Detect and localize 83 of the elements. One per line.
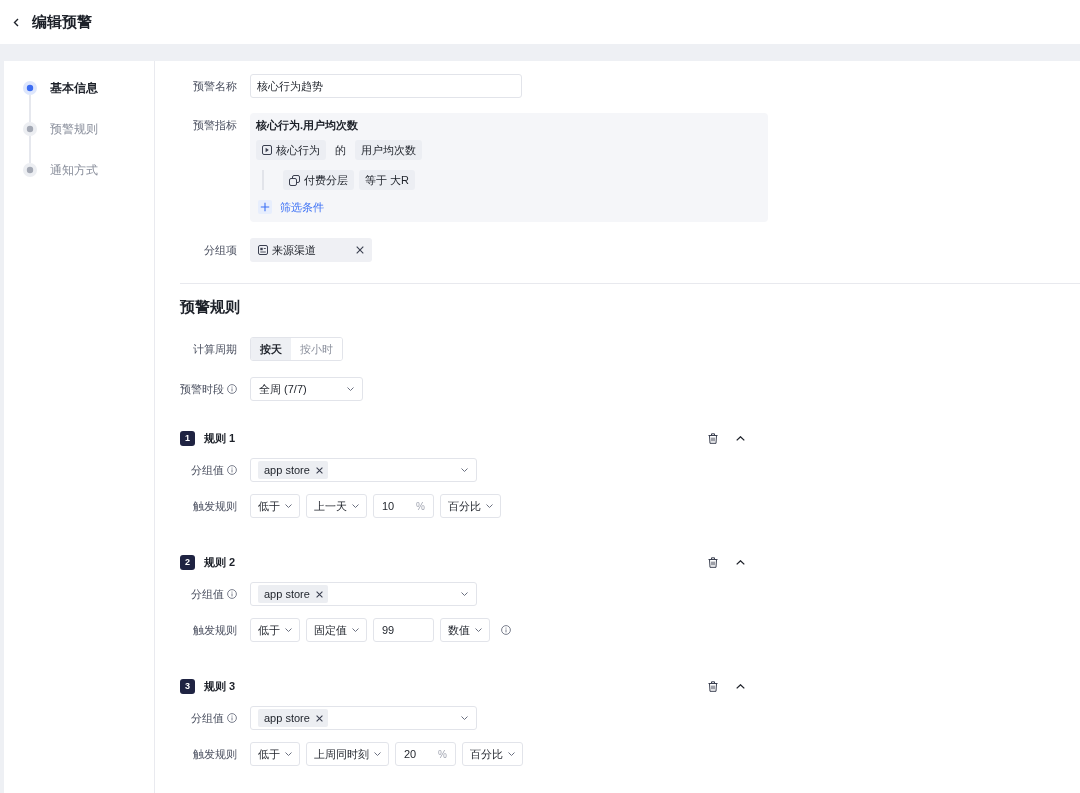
rule-title: 规则 2 [204, 554, 236, 570]
metric-title: 核心行为.用户均次数 [256, 119, 360, 131]
property-chip[interactable]: 付费分层 [283, 170, 354, 190]
rule-title: 规则 1 [204, 430, 236, 446]
chevron-up-icon[interactable] [736, 435, 745, 441]
field-label: 分组值 [191, 711, 224, 725]
step-label[interactable]: 通知方式 [50, 163, 98, 177]
close-icon[interactable] [315, 714, 323, 722]
field-label: 预警指标 [193, 118, 237, 132]
dropdown-select[interactable]: 上周同时刻 [306, 742, 389, 766]
multi-select[interactable]: app store [250, 706, 477, 730]
chevron-down-icon [285, 628, 292, 632]
multi-select[interactable]: app store [250, 458, 477, 482]
info-icon[interactable] [227, 589, 237, 599]
field-label: 分组项 [204, 243, 237, 257]
tag-label: app store [264, 588, 310, 600]
field-label: 计算周期 [193, 342, 237, 356]
close-icon[interactable] [356, 246, 364, 254]
field-label: 触发规则 [193, 747, 237, 761]
field-label: 分组值 [191, 587, 224, 601]
condition-chip[interactable]: 等于 大R [359, 170, 415, 190]
chevron-down-icon [285, 504, 292, 508]
rule-number: 2 [180, 554, 195, 570]
event-chip[interactable]: 核心行为 [256, 140, 326, 160]
dropdown-select[interactable]: 百分比 [440, 494, 501, 518]
chevron-down-icon [285, 752, 292, 756]
rule-number: 3 [180, 678, 195, 694]
tag-label: app store [264, 712, 310, 724]
chevron-up-icon[interactable] [736, 559, 745, 565]
dropdown-select[interactable]: 低于 [250, 494, 300, 518]
text-input[interactable]: 核心行为趋势 [250, 74, 522, 98]
threshold-input[interactable]: 20 % [395, 742, 456, 766]
chevron-down-icon [508, 752, 515, 756]
add-filter-button[interactable]: 筛选条件 [256, 198, 324, 216]
chevron-down-icon [461, 592, 468, 596]
info-icon[interactable] [227, 713, 237, 723]
trash-icon[interactable] [708, 432, 718, 444]
trash-icon[interactable] [708, 556, 718, 568]
field-label: 触发规则 [193, 499, 237, 513]
step-label[interactable]: 基本信息 [50, 81, 98, 95]
info-icon[interactable] [227, 384, 237, 394]
info-icon[interactable] [501, 625, 511, 635]
chevron-down-icon [352, 628, 359, 632]
threshold-input[interactable]: 99 [373, 618, 434, 642]
chevron-down-icon [347, 387, 354, 391]
chevron-down-icon [461, 468, 468, 472]
stacked-squares-icon [289, 174, 300, 186]
segment-option[interactable]: 按天 [251, 338, 291, 360]
page-title: 编辑预警 [32, 12, 92, 32]
measure-chip[interactable]: 用户均次数 [355, 140, 422, 160]
dropdown-select[interactable]: 上一天 [306, 494, 367, 518]
rule-number: 1 [180, 430, 195, 446]
plus-icon [258, 200, 272, 214]
chevron-down-icon [475, 628, 482, 632]
dropdown-select[interactable]: 全周 (7/7) [250, 377, 363, 401]
close-icon[interactable] [315, 466, 323, 474]
chevron-down-icon [374, 752, 381, 756]
threshold-input[interactable]: 10 % [373, 494, 434, 518]
rule-title: 规则 3 [204, 678, 236, 694]
dropdown-select[interactable]: 固定值 [306, 618, 367, 642]
card-icon [258, 245, 268, 255]
connector-text: 的 [334, 142, 347, 158]
info-icon[interactable] [227, 465, 237, 475]
tag-label: app store [264, 464, 310, 476]
tag-label: 来源渠道 [272, 242, 316, 258]
dropdown-select[interactable]: 数值 [440, 618, 490, 642]
dropdown-select[interactable]: 百分比 [462, 742, 523, 766]
field-label: 预警时段 [180, 382, 224, 396]
chevron-up-icon[interactable] [736, 683, 745, 689]
field-label: 触发规则 [193, 623, 237, 637]
close-icon[interactable] [315, 590, 323, 598]
chevron-left-icon[interactable] [13, 17, 19, 27]
chevron-down-icon [486, 504, 493, 508]
chevron-down-icon [352, 504, 359, 508]
trash-icon[interactable] [708, 680, 718, 692]
dropdown-select[interactable]: 低于 [250, 618, 300, 642]
play-box-icon [262, 145, 272, 155]
multi-select[interactable]: app store [250, 582, 477, 606]
field-label: 分组值 [191, 463, 224, 477]
field-label: 预警名称 [193, 79, 237, 93]
chevron-down-icon [461, 716, 468, 720]
dropdown-select[interactable]: 低于 [250, 742, 300, 766]
section-title: 预警规则 [180, 297, 241, 317]
